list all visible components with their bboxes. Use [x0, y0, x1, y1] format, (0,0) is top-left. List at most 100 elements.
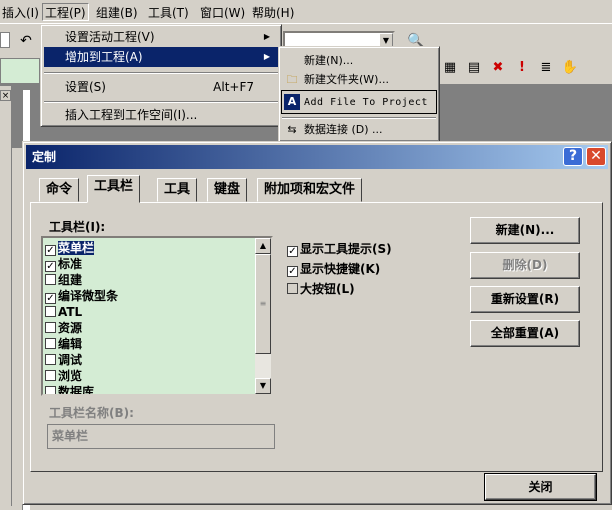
- list-item[interactable]: ✓ 菜单栏: [45, 240, 95, 256]
- delete-button[interactable]: 删除(D): [470, 252, 580, 279]
- close-icon[interactable]: ×: [0, 90, 11, 101]
- menu-window[interactable]: 窗口(W): [198, 4, 247, 22]
- option-show-tooltips[interactable]: ✓ 显示工具提示(S): [287, 240, 392, 258]
- list-item[interactable]: 编辑: [45, 336, 82, 352]
- list-item-label: 编辑: [58, 337, 83, 351]
- new-icon: [284, 53, 300, 69]
- delete-breakpoint-icon[interactable]: ✖: [488, 60, 508, 75]
- undo-icon[interactable]: ↶: [16, 32, 36, 50]
- menu-item-new-folder[interactable]: 🗀 新建文件夹(W)...: [282, 69, 436, 91]
- dialog-titlebar[interactable]: 定制 ? ✕: [26, 145, 608, 169]
- dialog-title: 定制: [32, 150, 57, 164]
- menu-item-label: 设置(S): [65, 80, 106, 94]
- checkbox[interactable]: [45, 386, 56, 394]
- toolbars-label: 工具栏(I):: [49, 220, 106, 234]
- tab-keyboard[interactable]: 键盘: [207, 178, 248, 202]
- scroll-up-icon[interactable]: ▲: [255, 238, 271, 254]
- toolbar-name-field[interactable]: 菜单栏: [47, 424, 275, 449]
- menu-build[interactable]: 组建(B): [94, 4, 140, 22]
- menu-separator: [44, 72, 278, 74]
- menu-item-insert-project[interactable]: 插入工程到工作空间(I)...: [44, 105, 278, 125]
- menu-project[interactable]: 工程(P): [42, 3, 89, 21]
- menu-item-set-active-project[interactable]: 设置活动工程(V) ▶: [44, 27, 278, 47]
- list-item-label: 数据库: [58, 385, 95, 396]
- add-to-project-submenu: 新建(N)... 🗀 新建文件夹(W)... A Add File To Pro…: [278, 46, 440, 142]
- toolbar-button-icon[interactable]: [0, 32, 10, 48]
- help-icon[interactable]: ?: [563, 147, 583, 166]
- list-item-label: 标准: [58, 257, 83, 271]
- checkbox[interactable]: ✓: [45, 261, 56, 272]
- tab-toolbars[interactable]: 工具栏: [87, 175, 141, 203]
- list-scrollbar[interactable]: ▲ ≡ ▼: [255, 238, 271, 394]
- checkbox[interactable]: ✓: [287, 246, 298, 257]
- option-large-buttons[interactable]: 大按钮(L): [287, 280, 355, 298]
- registers-icon[interactable]: ▤: [464, 60, 484, 75]
- checkbox[interactable]: [45, 274, 56, 285]
- checkbox[interactable]: [45, 338, 56, 349]
- list-item[interactable]: ATL: [45, 304, 82, 320]
- option-label: 显示工具提示(S): [300, 242, 392, 256]
- checkbox[interactable]: [45, 354, 56, 365]
- menu-item-settings[interactable]: 设置(S) Alt+F7: [44, 77, 278, 97]
- list-item[interactable]: 调试: [45, 352, 82, 368]
- list-item[interactable]: 数据库: [45, 384, 95, 396]
- menu-bar: 插入(I) 工程(P) 组建(B) 工具(T) 窗口(W) 帮助(H): [0, 0, 612, 24]
- submenu-arrow-icon: ▶: [263, 32, 270, 41]
- data-connection-icon: ⇆: [287, 123, 297, 136]
- checkbox[interactable]: [287, 283, 298, 294]
- option-show-shortcuts[interactable]: ✓ 显示快捷键(K): [287, 260, 380, 278]
- add-file-icon: A: [284, 94, 300, 110]
- menu-tools[interactable]: 工具(T): [146, 4, 191, 22]
- menu-item-add-to-project[interactable]: 增加到工程(A) ▶: [44, 47, 278, 67]
- tab-tools[interactable]: 工具: [157, 178, 198, 202]
- tab-commands[interactable]: 命令: [39, 178, 80, 202]
- hand-icon[interactable]: ✋: [560, 60, 580, 75]
- menu-item-label: 插入工程到工作空间(I)...: [65, 108, 198, 122]
- menu-item-label: 新建文件夹(W)...: [304, 73, 389, 86]
- list-item[interactable]: 资源: [45, 320, 82, 336]
- checkbox[interactable]: ✓: [45, 245, 56, 256]
- option-label: 显示快捷键(K): [300, 262, 381, 276]
- list-item-label: 组建: [58, 273, 83, 287]
- exclamation-icon[interactable]: !: [512, 60, 532, 75]
- menu-item-label: 增加到工程(A): [65, 50, 143, 64]
- debug-toolbar: ▦ ▤ ✖! ≣ ✋: [440, 60, 584, 82]
- list-item-label: 菜单栏: [58, 241, 95, 255]
- scroll-thumb[interactable]: ≡: [255, 254, 271, 354]
- step-icon[interactable]: ≣: [536, 60, 556, 75]
- list-item[interactable]: ✓ 标准: [45, 256, 82, 272]
- menu-item-label: Add File To Project: [304, 97, 428, 108]
- reset-button[interactable]: 重新设置(R): [470, 286, 580, 313]
- side-panel: [0, 86, 12, 506]
- menu-item-data-connection[interactable]: ⇆ 数据连接 (D) ...: [282, 119, 436, 141]
- reset-all-button[interactable]: 全部重置(A): [470, 320, 580, 347]
- new-toolbar-button[interactable]: 新建(N)...: [470, 217, 580, 244]
- list-item-label: 浏览: [58, 369, 83, 383]
- list-item-label: 资源: [58, 321, 83, 335]
- menu-item-label: 数据连接 (D) ...: [304, 123, 383, 136]
- scroll-down-icon[interactable]: ▼: [255, 378, 271, 394]
- checkbox[interactable]: [45, 322, 56, 333]
- list-item[interactable]: 浏览: [45, 368, 82, 384]
- checkbox[interactable]: [45, 370, 56, 381]
- list-item-label: ATL: [58, 305, 83, 319]
- list-item[interactable]: 组建: [45, 272, 82, 288]
- checkbox[interactable]: [45, 306, 56, 317]
- menu-separator: [44, 101, 278, 103]
- menu-insert[interactable]: 插入(I): [0, 4, 41, 22]
- folder-icon: 🗀: [286, 73, 298, 86]
- close-button[interactable]: 关闭: [484, 473, 597, 501]
- close-icon[interactable]: ✕: [586, 147, 606, 166]
- menu-item-label: 设置活动工程(V): [65, 30, 155, 44]
- option-label: 大按钮(L): [300, 282, 355, 296]
- list-item[interactable]: ✓ 编译微型条: [45, 288, 118, 304]
- checkbox[interactable]: ✓: [45, 293, 56, 304]
- checkbox[interactable]: ✓: [287, 266, 298, 277]
- menu-help[interactable]: 帮助(H): [250, 4, 296, 22]
- toolbars-list[interactable]: ✓ 菜单栏 ✓ 标准 组建 ✓ 编译微型条 ATL 资源 编辑 调试 浏览 数据库 ▲…: [41, 236, 273, 396]
- tab-addins[interactable]: 附加项和宏文件: [257, 178, 363, 202]
- memory-icon[interactable]: ▦: [440, 60, 460, 75]
- menu-item-add-file[interactable]: A Add File To Project: [281, 90, 437, 114]
- list-item-label: 编译微型条: [58, 289, 119, 303]
- submenu-arrow-icon: ▶: [263, 52, 270, 61]
